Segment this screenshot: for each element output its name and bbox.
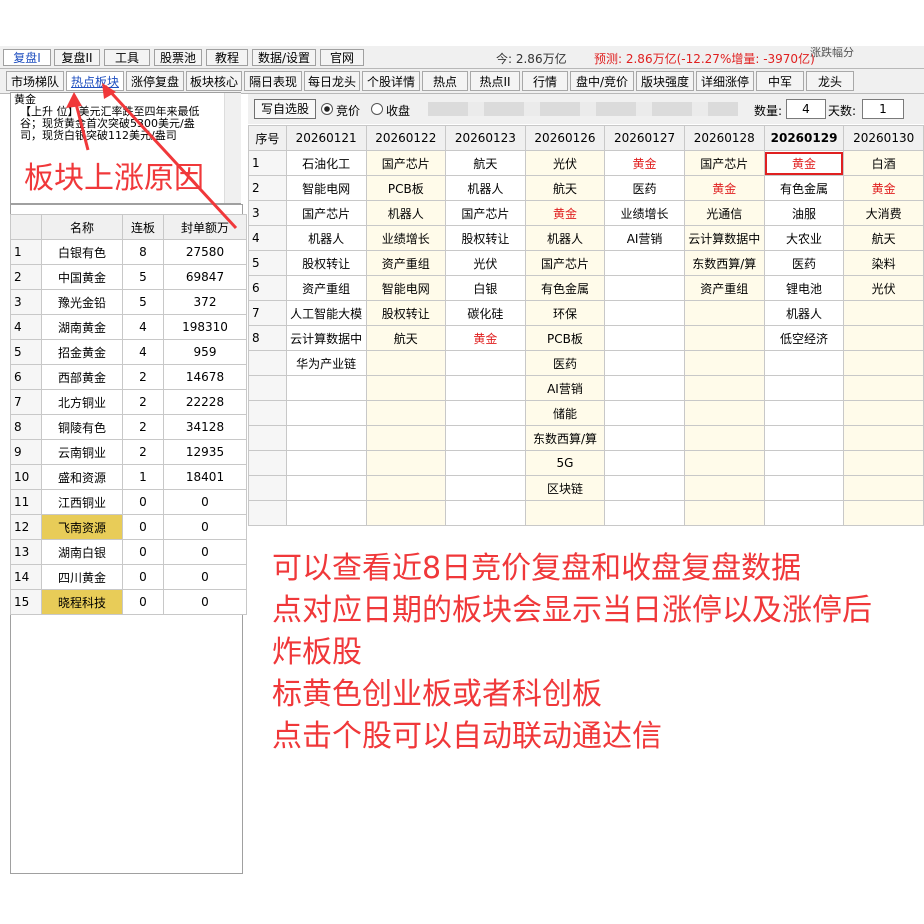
arrowhead-news [66, 92, 82, 108]
annotation-arrows [66, 83, 238, 230]
annotation-line-5: 点击个股可以自动联动通达信 [272, 719, 662, 754]
arrow-to-tab [103, 84, 238, 230]
annotation-line-1: 可以查看近8日竞价复盘和收盘复盘数据 [272, 551, 802, 586]
annotation-line-2: 点对应日期的板块会显示当日涨停以及涨停后 [272, 593, 872, 628]
annotation-line-3: 炸板股 [272, 635, 362, 670]
annotation-line-4: 标黄色创业板或者科创板 [272, 677, 602, 712]
annotation-reason: 板块上涨原因 [24, 161, 204, 196]
